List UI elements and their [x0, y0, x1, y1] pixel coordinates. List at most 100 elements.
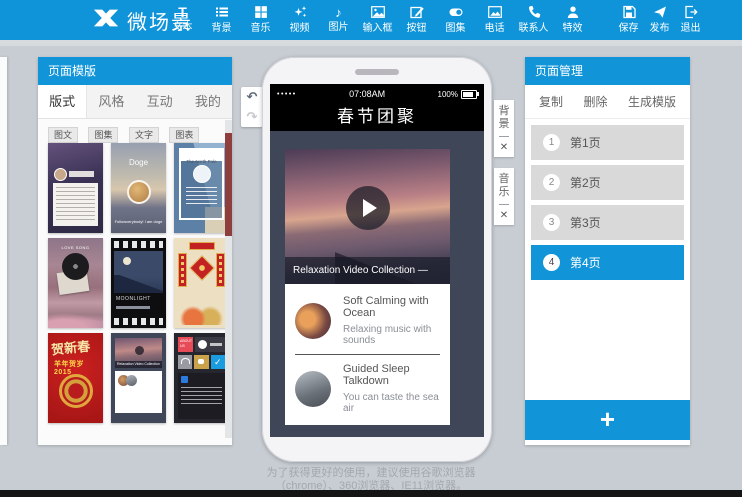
text-block — [178, 373, 225, 419]
music-layer-tab[interactable]: 音乐 ✕ — [494, 168, 514, 225]
bottom-border-bar — [0, 490, 742, 497]
template-title: Doge — [111, 158, 166, 167]
tab-style[interactable]: 风格 — [87, 85, 135, 118]
fu-diamond — [189, 255, 214, 280]
layer-label: 音乐 — [498, 173, 510, 199]
playlist-item[interactable]: Soft Calming with Ocean Relaxing music w… — [285, 289, 450, 352]
video-element[interactable]: Relaxation Video Collection — — [285, 149, 450, 284]
template-new-year[interactable]: 贺新春 羊年贺岁 2015 — [48, 333, 103, 423]
page-content: Relaxation Video Collection — Soft Calmi… — [270, 131, 484, 437]
status-bar: ••••• 07:08AM 100% — [270, 84, 484, 104]
tab-interactive[interactable]: 互动 — [136, 85, 184, 118]
filter-gallery[interactable]: 图集 — [88, 127, 118, 143]
children-decor — [180, 303, 223, 325]
toolbar-item-input[interactable]: 输入框 — [358, 4, 397, 35]
phone-speaker — [355, 69, 399, 75]
template-doge[interactable]: Doge Followverybody! I am doge — [111, 143, 166, 233]
page-item-4-active[interactable]: 4 第4页 — [531, 245, 684, 280]
divider — [499, 136, 509, 137]
right-couplet — [216, 253, 225, 287]
filter-text[interactable]: 文字 — [129, 127, 159, 143]
close-icon[interactable]: ✕ — [494, 142, 514, 154]
close-icon[interactable]: ✕ — [494, 210, 514, 222]
add-page-button[interactable]: + — [525, 400, 690, 440]
toolbar-item-background[interactable]: 背景 — [202, 4, 241, 35]
template-relaxation-video[interactable]: Relaxation Video Collection — [111, 333, 166, 423]
redo-button[interactable]: ↷ — [247, 110, 258, 124]
pages-panel-title: 页面管理 — [525, 57, 690, 85]
subtitle-line — [116, 306, 150, 309]
toolbar-insert-group: T 文本 背景 音乐 视频 ♪ 图片 输入框 — [163, 4, 592, 35]
background-layer-tab[interactable]: 背景 ✕ — [494, 100, 514, 157]
page-item-1[interactable]: 1 第1页 — [531, 125, 684, 160]
undo-button[interactable]: ↶ — [247, 90, 258, 104]
playlist-item-title: Guided Sleep Talkdown — [343, 363, 440, 387]
template-title: 贺新春 — [50, 334, 101, 358]
template-couplets[interactable] — [174, 238, 229, 328]
templates-scrollbar[interactable] — [225, 120, 232, 438]
template-north-pole[interactable]: The North Pole — [174, 143, 229, 233]
template-moonlight[interactable]: MOONLIGHT — [111, 238, 166, 328]
mini-video: Relaxation Video Collection — [115, 338, 162, 368]
page-title[interactable]: 春节团聚 — [270, 104, 484, 131]
page-label: 第1页 — [570, 134, 601, 151]
delete-page-button[interactable]: 删除 — [583, 93, 607, 110]
page-label: 第2页 — [570, 174, 601, 191]
toolbar-item-button[interactable]: 按钮 — [397, 4, 436, 35]
toolbar-item-phone[interactable]: 电话 — [475, 4, 514, 35]
exit-button[interactable]: 退出 — [675, 4, 706, 35]
playlist-item-thumb — [295, 303, 331, 339]
save-button[interactable]: 保存 — [613, 4, 644, 35]
name-tag — [69, 171, 94, 177]
avatar — [54, 168, 67, 181]
filter-image-text[interactable]: 图文 — [48, 127, 78, 143]
toggle-icon — [436, 5, 475, 22]
toolbar-item-music[interactable]: 音乐 — [241, 4, 280, 35]
list-icon — [202, 5, 241, 22]
page-item-3[interactable]: 3 第3页 — [531, 205, 684, 240]
toolbar-action-group: 保存 发布 退出 — [613, 4, 706, 35]
scrollbar-thumb[interactable] — [225, 133, 232, 236]
template-love-song[interactable]: LOVE SONG — [48, 238, 103, 328]
video-caption: Relaxation Video Collection — — [285, 257, 450, 284]
collapsed-panel-strip[interactable] — [0, 57, 7, 445]
phone-icon — [514, 5, 553, 22]
playlist-item-subtitle: You can taste the sea air — [343, 392, 440, 414]
edit-icon — [397, 5, 436, 22]
toolbar-item-video[interactable]: 视频 — [280, 4, 319, 35]
toolbar-item-gallery[interactable]: 图集 — [436, 4, 475, 35]
toolbar-item-effects[interactable]: 特效 — [553, 4, 592, 35]
toolbar-item-contacts[interactable]: 联系人 — [514, 4, 553, 35]
divider — [295, 354, 440, 355]
blossom-decor — [48, 313, 103, 328]
template-metro-tiles[interactable]: ABOUT US ✓ — [174, 333, 229, 423]
template-profile-card[interactable] — [48, 143, 103, 233]
page-number-badge: 2 — [543, 174, 560, 191]
tab-layout[interactable]: 版式 — [38, 85, 87, 118]
stars-icon — [280, 5, 319, 22]
phone-preview: ••••• 07:08AM 100% 春节团聚 Relaxation Video… — [262, 57, 492, 462]
playlist-item[interactable]: Guided Sleep Talkdown You can taste the … — [285, 357, 450, 420]
publish-button[interactable]: 发布 — [644, 4, 675, 35]
top-banner — [189, 242, 215, 250]
battery-icon — [461, 90, 477, 99]
copy-page-button[interactable]: 复制 — [539, 93, 563, 110]
grid-icon — [241, 5, 280, 22]
play-button[interactable] — [346, 186, 390, 230]
tab-mine[interactable]: 我的 — [184, 85, 232, 118]
app-icon — [181, 376, 188, 383]
page-number-badge: 4 — [543, 254, 560, 271]
filter-chart[interactable]: 图表 — [169, 127, 199, 143]
layer-label: 背景 — [498, 105, 510, 131]
template-title: LOVE SONG — [48, 245, 103, 250]
page-item-2[interactable]: 2 第2页 — [531, 165, 684, 200]
moon — [123, 257, 131, 265]
phone-screen: ••••• 07:08AM 100% 春节团聚 Relaxation Video… — [270, 84, 484, 437]
page-list: 1 第1页 2 第2页 3 第3页 4 第4页 — [525, 119, 690, 280]
toolbar-item-text[interactable]: T 文本 — [163, 4, 202, 35]
about-tile: ABOUT US — [178, 337, 193, 352]
template-title: The North Pole — [186, 159, 216, 164]
page-label: 第4页 — [570, 254, 601, 271]
make-template-button[interactable]: 生成模版 — [628, 93, 676, 110]
toolbar-item-image[interactable]: ♪ 图片 — [319, 4, 358, 35]
